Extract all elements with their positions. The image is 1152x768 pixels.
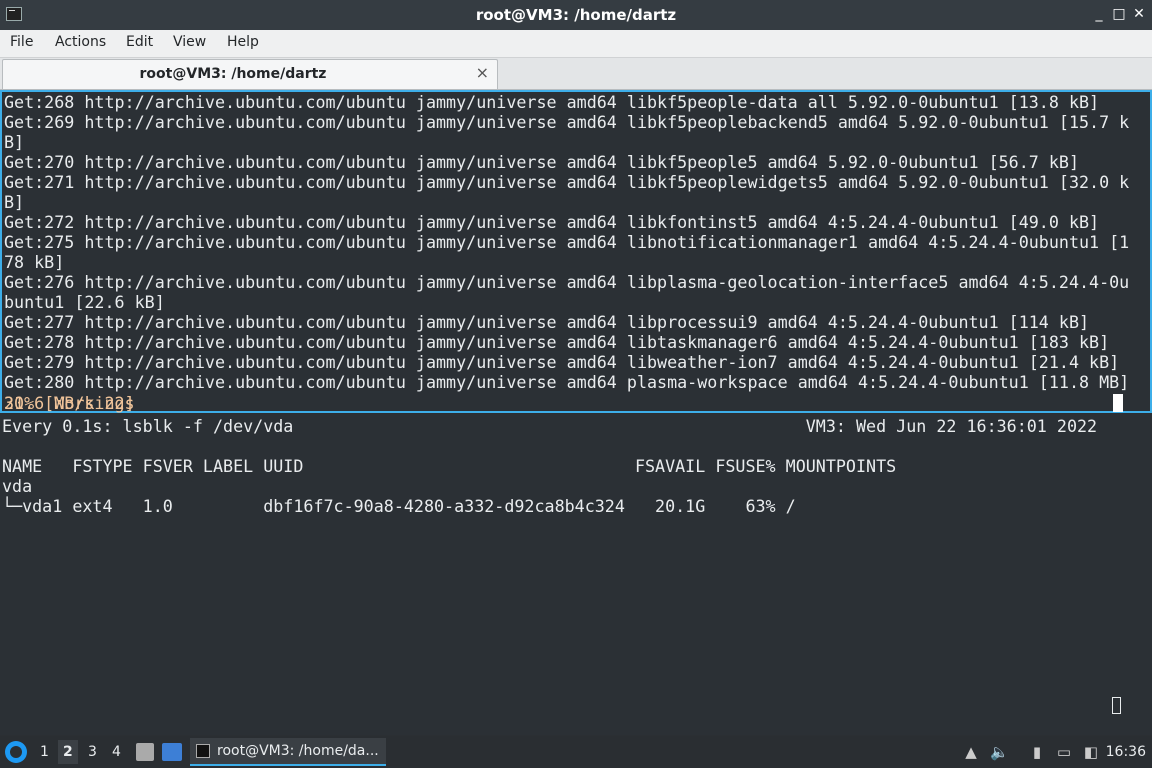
window-title: root@VM3: /home/dartz <box>475 6 677 24</box>
terminal-line: Get:277 http://archive.ubuntu.com/ubuntu… <box>4 312 1090 332</box>
network-icon[interactable]: ▭ <box>1055 743 1073 761</box>
terminal-line: Get:272 http://archive.ubuntu.com/ubuntu… <box>4 212 1100 232</box>
menu-bar: File Actions Edit View Help <box>0 30 1152 58</box>
terminal-line: Get:276 http://archive.ubuntu.com/ubuntu… <box>4 272 1130 292</box>
menu-help[interactable]: Help <box>227 34 259 50</box>
workspace-4[interactable]: 4 <box>112 744 121 760</box>
terminal-line: buntu1 [22.6 kB] <box>4 292 165 312</box>
terminal-line: └─vda1 ext4 1.0 dbf16f7c-90a8-4280-a332-… <box>2 496 796 516</box>
apt-download-speed: 20.6 MB/s 22s <box>4 393 135 413</box>
menu-edit[interactable]: Edit <box>126 34 153 50</box>
terminal-line: Get:278 http://archive.ubuntu.com/ubuntu… <box>4 332 1110 352</box>
notifications-icon[interactable]: ◧ <box>1082 743 1100 761</box>
workspace-2[interactable]: 2 <box>63 744 73 760</box>
workspace-1[interactable]: 1 <box>40 744 49 760</box>
minimize-button[interactable]: _ <box>1089 4 1109 24</box>
terminal-icon <box>196 744 210 758</box>
close-button[interactable]: ✕ <box>1129 4 1149 24</box>
tab-label: root@VM3: /home/dartz <box>139 66 327 82</box>
terminal-line: B] <box>4 132 25 152</box>
maximize-button[interactable]: □ <box>1109 4 1129 24</box>
tab-close-icon[interactable]: × <box>476 63 489 82</box>
taskbar-task-terminal[interactable]: root@VM3: /home/da... <box>190 738 386 766</box>
terminal-line: 78 kB] <box>4 252 65 272</box>
updates-icon[interactable]: ▲ <box>962 743 980 761</box>
clipboard-icon[interactable]: ▮ <box>1028 743 1046 761</box>
volume-icon[interactable]: 🔈 <box>990 743 1009 761</box>
file-manager-icon[interactable] <box>136 743 154 761</box>
terminal-line: B] <box>4 192 25 212</box>
tab-terminal[interactable]: root@VM3: /home/dartz × <box>2 59 498 89</box>
application-launcher-icon[interactable] <box>5 741 27 763</box>
tab-bar: root@VM3: /home/dartz × <box>0 58 1152 90</box>
terminal-line: Get:269 http://archive.ubuntu.com/ubuntu… <box>4 112 1130 132</box>
workspace-3[interactable]: 3 <box>88 744 97 760</box>
terminal-line: Get:280 http://archive.ubuntu.com/ubuntu… <box>4 372 1130 392</box>
terminal-line: Get:268 http://archive.ubuntu.com/ubuntu… <box>4 92 1100 112</box>
taskbar: 1 2 3 4 root@VM3: /home/da... ▲ 🔈 ▮ ▭ ◧ … <box>0 736 1152 768</box>
show-desktop-icon[interactable] <box>162 743 182 761</box>
terminal-line: Every 0.1s: lsblk -f /dev/vda VM3: Wed J… <box>2 416 1098 436</box>
window-titlebar[interactable]: root@VM3: /home/dartz _ □ ✕ <box>0 0 1152 30</box>
terminal-line: NAME FSTYPE FSVER LABEL UUID FSAVAIL FSU… <box>2 456 897 476</box>
terminal-pane-bottom[interactable]: Every 0.1s: lsblk -f /dev/vda VM3: Wed J… <box>0 414 1152 735</box>
terminal-cursor <box>1113 394 1123 412</box>
terminal-cursor <box>1112 697 1121 714</box>
terminal-line: Get:270 http://archive.ubuntu.com/ubuntu… <box>4 152 1079 172</box>
menu-actions[interactable]: Actions <box>55 34 106 50</box>
terminal-pane-top[interactable]: Get:268 http://archive.ubuntu.com/ubuntu… <box>0 90 1152 413</box>
menu-file[interactable]: File <box>10 34 33 50</box>
terminal-line: Get:275 http://archive.ubuntu.com/ubuntu… <box>4 232 1130 252</box>
task-label: root@VM3: /home/da... <box>217 743 379 759</box>
terminal-line: Get:271 http://archive.ubuntu.com/ubuntu… <box>4 172 1130 192</box>
terminal-line: vda <box>2 476 33 496</box>
clock[interactable]: 16:36 <box>1106 744 1146 760</box>
menu-view[interactable]: View <box>173 34 206 50</box>
terminal-line: Get:279 http://archive.ubuntu.com/ubuntu… <box>4 352 1120 372</box>
